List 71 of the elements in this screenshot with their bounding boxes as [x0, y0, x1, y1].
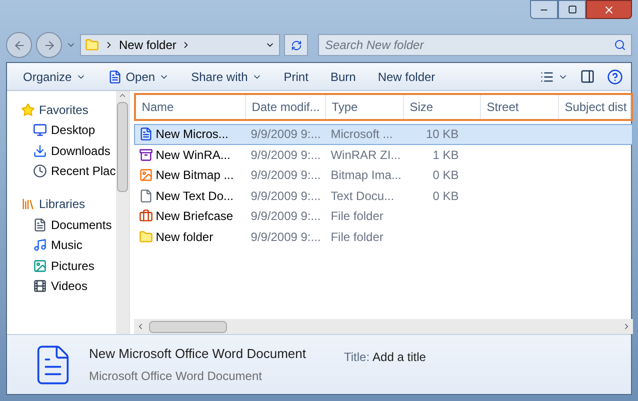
property-label: Title:: [344, 349, 370, 366]
clock-icon: [33, 164, 47, 178]
breadcrumb[interactable]: New folder: [119, 36, 176, 54]
document-icon: [33, 218, 47, 232]
column-header[interactable]: Subject dist: [558, 95, 631, 119]
library-icon: [21, 197, 35, 211]
sidebar-group[interactable]: Favorites: [7, 99, 116, 120]
picture-icon: [33, 258, 47, 273]
details-file-type: Microsoft Office Word Document: [89, 368, 263, 386]
text-file-icon: [138, 188, 153, 203]
file-row[interactable]: New folder 9/9/2009 9:... File folder: [134, 226, 633, 247]
file-row[interactable]: New Bitmap ... 9/9/2009 9:... Bitmap Ima... 0 KB: [134, 165, 633, 186]
sidebar-item[interactable]: Recent Plac: [7, 161, 116, 182]
folder-icon: [85, 38, 99, 52]
toolbar-button[interactable]: Open: [100, 66, 178, 88]
film-icon: [33, 279, 47, 294]
toolbar-button[interactable]: Organize: [15, 66, 94, 88]
forward-button[interactable]: [36, 32, 62, 58]
toolbar-button[interactable]: Print: [276, 66, 316, 88]
sidebar-item[interactable]: Pictures: [7, 256, 116, 276]
preview-pane-button[interactable]: [580, 69, 595, 84]
property-value[interactable]: Add a title: [372, 348, 426, 366]
maximize-icon: [568, 5, 576, 14]
word-document-icon: [108, 70, 122, 84]
sidebar-item[interactable]: Desktop: [7, 120, 116, 140]
search-icon: [614, 39, 626, 51]
refresh-icon: [290, 40, 302, 50]
sidebar-item[interactable]: Music: [7, 235, 116, 256]
sidebar-group[interactable]: Libraries: [7, 194, 116, 214]
music-icon: [33, 238, 47, 252]
folder-icon: [138, 230, 153, 244]
toolbar-button[interactable]: Burn: [322, 66, 364, 88]
file-row[interactable]: New WinRA... 9/9/2009 9:... WinRAR ZI... 1 KB: [134, 144, 633, 165]
close-button[interactable]: [586, 0, 632, 19]
word-document-icon: [138, 127, 153, 142]
help-button[interactable]: [607, 68, 623, 84]
help-icon: [607, 68, 623, 84]
view-options-button[interactable]: [540, 70, 568, 84]
toolbar-button[interactable]: New folder: [370, 66, 444, 88]
maximize-button[interactable]: [558, 0, 586, 19]
refresh-button[interactable]: [284, 34, 308, 56]
column-header[interactable]: Street: [480, 95, 559, 119]
horizontal-scrollbar[interactable]: [134, 319, 633, 334]
toolbar-button[interactable]: Share with: [183, 66, 270, 88]
monitor-icon: [33, 123, 47, 138]
pane-icon: [580, 69, 595, 84]
file-row[interactable]: New Micros... 9/9/2009 9:... Microsoft ... 10 KB: [134, 124, 633, 144]
search-field[interactable]: Search New folder: [318, 34, 632, 56]
archive-icon: [138, 148, 153, 162]
sidebar-item[interactable]: Downloads: [7, 140, 116, 161]
file-row[interactable]: New Briefcase 9/9/2009 9:... File folder: [134, 206, 633, 226]
column-header[interactable]: Type: [326, 95, 404, 119]
back-arrow-icon: [12, 38, 26, 52]
details-file-name: New Microsoft Office Word Document: [89, 344, 306, 363]
vertical-scrollbar[interactable]: [116, 91, 129, 334]
download-icon: [33, 144, 47, 158]
column-header[interactable]: Size: [404, 95, 481, 119]
forward-arrow-icon: [42, 38, 56, 52]
image-icon: [138, 168, 153, 182]
close-icon: [603, 4, 615, 16]
column-header[interactable]: Date modif...: [246, 95, 326, 119]
sidebar-item[interactable]: Documents: [7, 214, 116, 235]
briefcase-icon: [138, 209, 153, 224]
list-view-icon: [540, 70, 554, 84]
column-header[interactable]: Name: [136, 95, 246, 119]
address-bar[interactable]: New folder: [80, 34, 280, 56]
back-button[interactable]: [6, 32, 32, 58]
star-icon: [21, 102, 35, 116]
file-row[interactable]: New Text Do... 9/9/2009 9:... Text Docu... 0 KB: [134, 186, 633, 206]
scroll-up-icon[interactable]: [118, 91, 127, 100]
sidebar-item[interactable]: Videos: [7, 276, 116, 296]
